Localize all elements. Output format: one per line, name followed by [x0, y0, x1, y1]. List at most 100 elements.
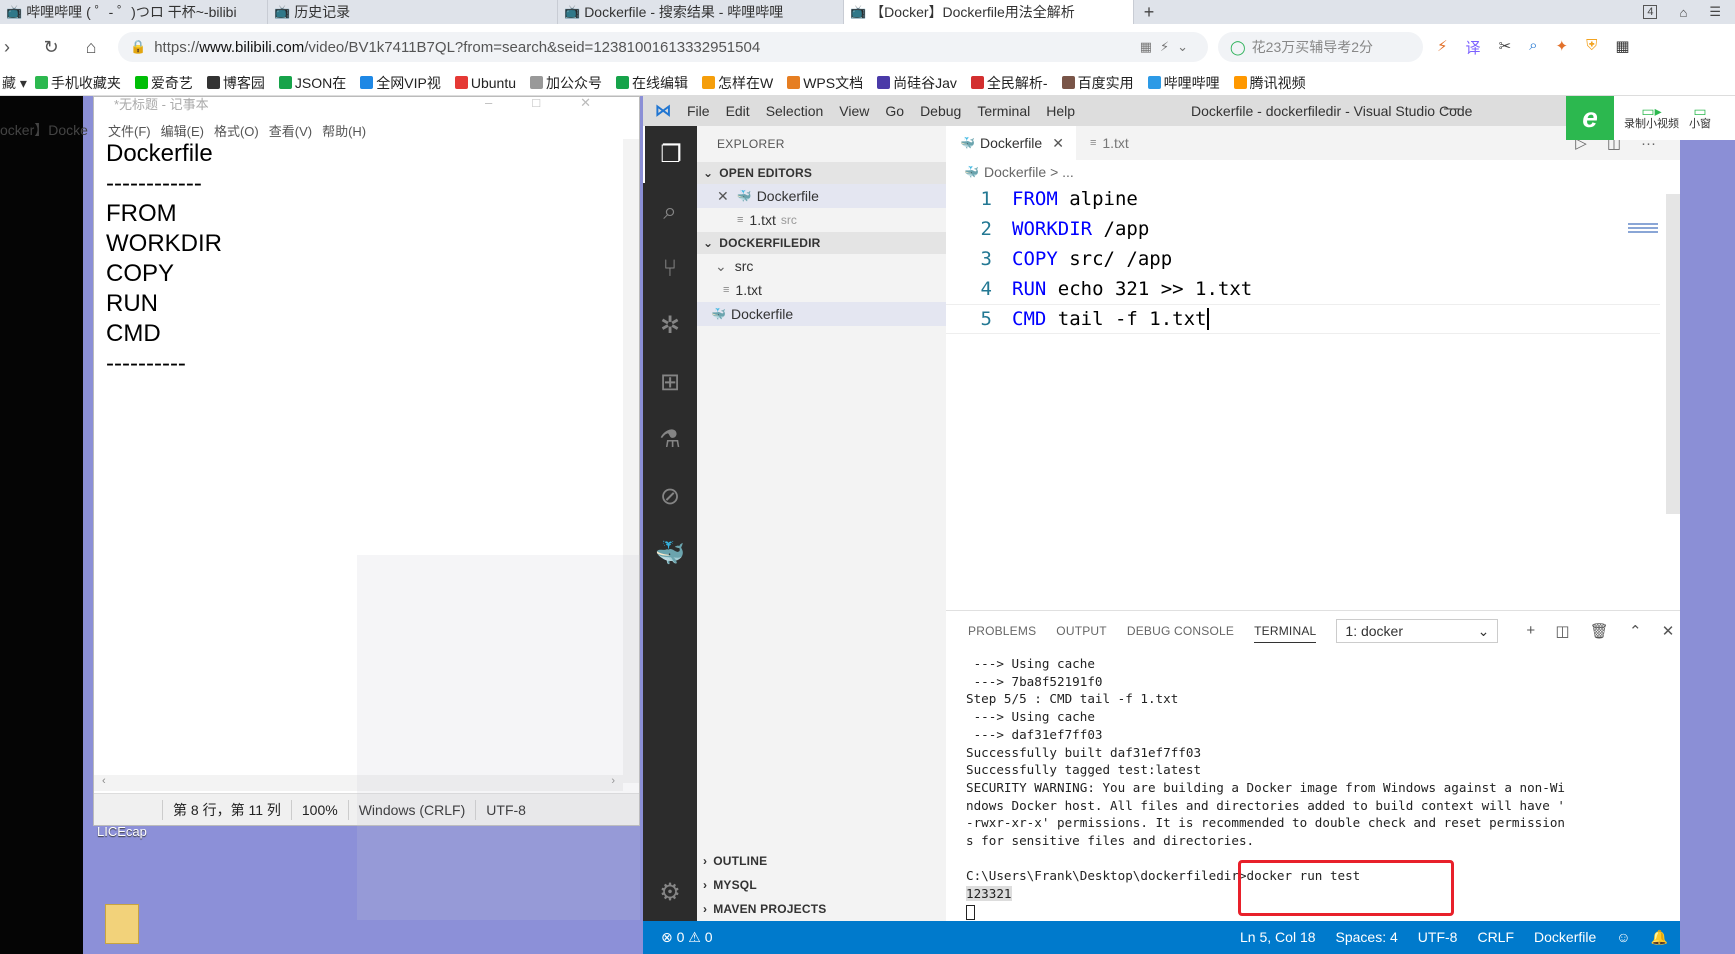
open-editor-item[interactable]: ≡ 1.txt src [697, 208, 946, 232]
minimap[interactable] [1628, 221, 1658, 233]
add-terminal-icon[interactable]: + [1526, 622, 1535, 640]
menu-icon[interactable]: ☰ [1709, 4, 1721, 20]
search-input[interactable]: ◯ 花23万买辅导考2分 [1218, 32, 1423, 62]
translate-icon[interactable]: 译 [1466, 37, 1481, 58]
source-control-icon[interactable]: ⑂ [643, 240, 697, 297]
extensions-icon[interactable]: ⊞ [643, 354, 697, 411]
tab-output[interactable]: OUTPUT [1056, 624, 1107, 638]
maximize-panel-icon[interactable]: ⌃ [1629, 622, 1642, 640]
browser-tab-active[interactable]: 📺 【Docker】Dockerfile用法全解析 [844, 0, 1134, 24]
menu-view[interactable]: View [839, 103, 869, 119]
problems-status[interactable]: ⊗ 0 ⚠ 0 [661, 929, 713, 946]
tab-terminal[interactable]: TERMINAL [1254, 624, 1317, 643]
close-icon[interactable]: ✕ [1052, 135, 1064, 152]
browser-tab[interactable]: 📺 哔哩哔哩 ( ゜- ゜)つロ 干杯~-bilibi [0, 0, 268, 24]
bookmark-item[interactable]: 在线编辑 [616, 73, 688, 93]
folder-icon[interactable] [105, 904, 139, 944]
scissors-icon[interactable]: ✂ [1499, 37, 1512, 58]
trash-icon[interactable]: 🗑 [1590, 622, 1609, 640]
split-terminal-icon[interactable]: ◫ [1555, 622, 1569, 640]
language-mode[interactable]: Dockerfile [1534, 929, 1596, 946]
bookmark-item[interactable]: Ubuntu [454, 75, 516, 91]
docker-icon[interactable]: 🐳 [643, 525, 697, 582]
folder-header[interactable]: ⌄ DOCKERFILEDIR [697, 232, 946, 254]
line-ending[interactable]: CRLF [1477, 929, 1514, 946]
tree-file-dockerfile[interactable]: 🐳 Dockerfile [697, 302, 946, 326]
browser-e-logo-icon[interactable]: e [1566, 96, 1614, 140]
mysql-section[interactable]: › MYSQL [697, 873, 946, 897]
game-icon[interactable]: ✦ [1556, 37, 1569, 58]
terminal-select[interactable]: 1: docker ⌄ [1336, 619, 1499, 643]
menu-file[interactable]: File [687, 103, 710, 119]
bookmark-item[interactable]: 全民解析- [970, 73, 1048, 93]
smiley-feedback-icon[interactable]: ☺ [1616, 929, 1630, 946]
debug-icon[interactable]: ✲ [643, 297, 697, 354]
tab-problems[interactable]: PROBLEMS [968, 624, 1036, 638]
tab-debug-console[interactable]: DEBUG CONSOLE [1127, 624, 1234, 638]
open-editors-header[interactable]: ⌄ OPEN EDITORS [697, 162, 946, 184]
home-icon[interactable]: ⌂ [74, 37, 108, 58]
settings-gear-icon[interactable]: ⚙ [643, 864, 697, 921]
shirt-icon[interactable]: ⌂ [1679, 5, 1687, 20]
bookmark-item[interactable]: 爱奇艺 [134, 73, 193, 93]
close-panel-icon[interactable]: ✕ [1662, 622, 1675, 640]
breadcrumb[interactable]: 🐳 Dockerfile > ... [946, 160, 1680, 184]
scroll-left-icon[interactable]: ‹ [102, 775, 106, 791]
bookmark-item[interactable]: 全网VIP视 [360, 73, 441, 93]
licecap-label[interactable]: LICEcap [97, 824, 147, 839]
encoding[interactable]: UTF-8 [1418, 929, 1458, 946]
menu-go[interactable]: Go [885, 103, 904, 119]
bookmarks-folder-icon[interactable]: 藏 ▾ [2, 73, 27, 93]
bookmark-item[interactable]: 尚硅谷Jav [877, 73, 957, 93]
browser-tab[interactable]: 📺 历史记录 [268, 0, 558, 24]
zoom-icon[interactable]: ⌕ [1529, 37, 1537, 58]
menu-view[interactable]: 查看(V) [269, 121, 312, 140]
menu-selection[interactable]: Selection [766, 103, 824, 119]
explorer-icon[interactable]: ❐ [643, 126, 697, 183]
minimize-button[interactable]: — [1444, 100, 1460, 118]
tree-folder-src[interactable]: ⌄ src [697, 254, 946, 278]
editor-scrollbar[interactable] [1666, 194, 1680, 514]
tab-count-badge[interactable]: 4 [1643, 5, 1658, 19]
outline-section[interactable]: › OUTLINE [697, 849, 946, 873]
close-icon[interactable]: ✕ [717, 188, 729, 205]
menu-debug[interactable]: Debug [920, 103, 961, 119]
menu-edit[interactable]: 编辑(E) [161, 121, 204, 140]
tree-file[interactable]: ≡ 1.txt [697, 278, 946, 302]
notification-bell-icon[interactable]: 🔔 [1651, 929, 1668, 946]
bookmark-item[interactable]: JSON在 [278, 73, 346, 93]
bookmark-item[interactable]: 手机收藏夹 [34, 73, 121, 93]
new-tab-button[interactable]: + [1134, 0, 1164, 24]
tab-dockerfile[interactable]: 🐳 Dockerfile ✕ [946, 126, 1076, 160]
cursor-position[interactable]: Ln 5, Col 18 [1240, 929, 1316, 946]
bookmark-item[interactable]: 腾讯视频 [1233, 73, 1306, 93]
bookmark-item[interactable]: WPS文档 [787, 73, 863, 93]
extension-icon[interactable]: ⚡ [1437, 37, 1448, 58]
tab-1txt[interactable]: ≡ 1.txt [1076, 126, 1141, 160]
bookmark-item[interactable]: 哔哩哔哩 [1147, 73, 1220, 93]
reload-icon[interactable]: ↻ [34, 37, 68, 58]
search-icon[interactable]: ⌕ [643, 183, 697, 240]
record-video-button[interactable]: ▭▸ 录制小视频 [1624, 104, 1679, 131]
menu-help[interactable]: Help [1046, 103, 1075, 119]
menu-help[interactable]: 帮助(H) [322, 121, 366, 140]
code-editor[interactable]: 1 FROM alpine 2 WORKDIR /app 3 COPY src/ /a… [946, 184, 1660, 334]
address-bar[interactable]: 🔒 https://www.bilibili.com/video/BV1k741… [118, 32, 1208, 62]
menu-edit[interactable]: Edit [726, 103, 750, 119]
indentation[interactable]: Spaces: 4 [1336, 929, 1398, 946]
bookmark-item[interactable]: 加公众号 [530, 73, 602, 93]
open-editor-item[interactable]: ✕ 🐳 Dockerfile [697, 184, 946, 208]
browser-tab[interactable]: 📺 Dockerfile - 搜索结果 - 哔哩哔哩 [558, 0, 844, 24]
menu-terminal[interactable]: Terminal [977, 103, 1030, 119]
bookmark-item[interactable]: 百度实用 [1061, 73, 1134, 93]
menu-format[interactable]: 格式(O) [214, 121, 259, 140]
url-tools[interactable]: ▦⚡⌄ [1140, 39, 1196, 55]
git-history-icon[interactable]: ⊘ [643, 468, 697, 525]
maven-section[interactable]: › MAVEN PROJECTS [697, 897, 946, 921]
bookmark-item[interactable]: 怎样在W [702, 73, 773, 93]
shield-icon[interactable]: ⛨ [1586, 37, 1597, 58]
notepad-window-buttons[interactable]: ‒□✕ [485, 95, 631, 111]
grid-icon[interactable]: ▦ [1615, 37, 1629, 58]
bookmark-item[interactable]: 博客园 [206, 73, 265, 93]
test-flask-icon[interactable]: ⚗ [643, 411, 697, 468]
